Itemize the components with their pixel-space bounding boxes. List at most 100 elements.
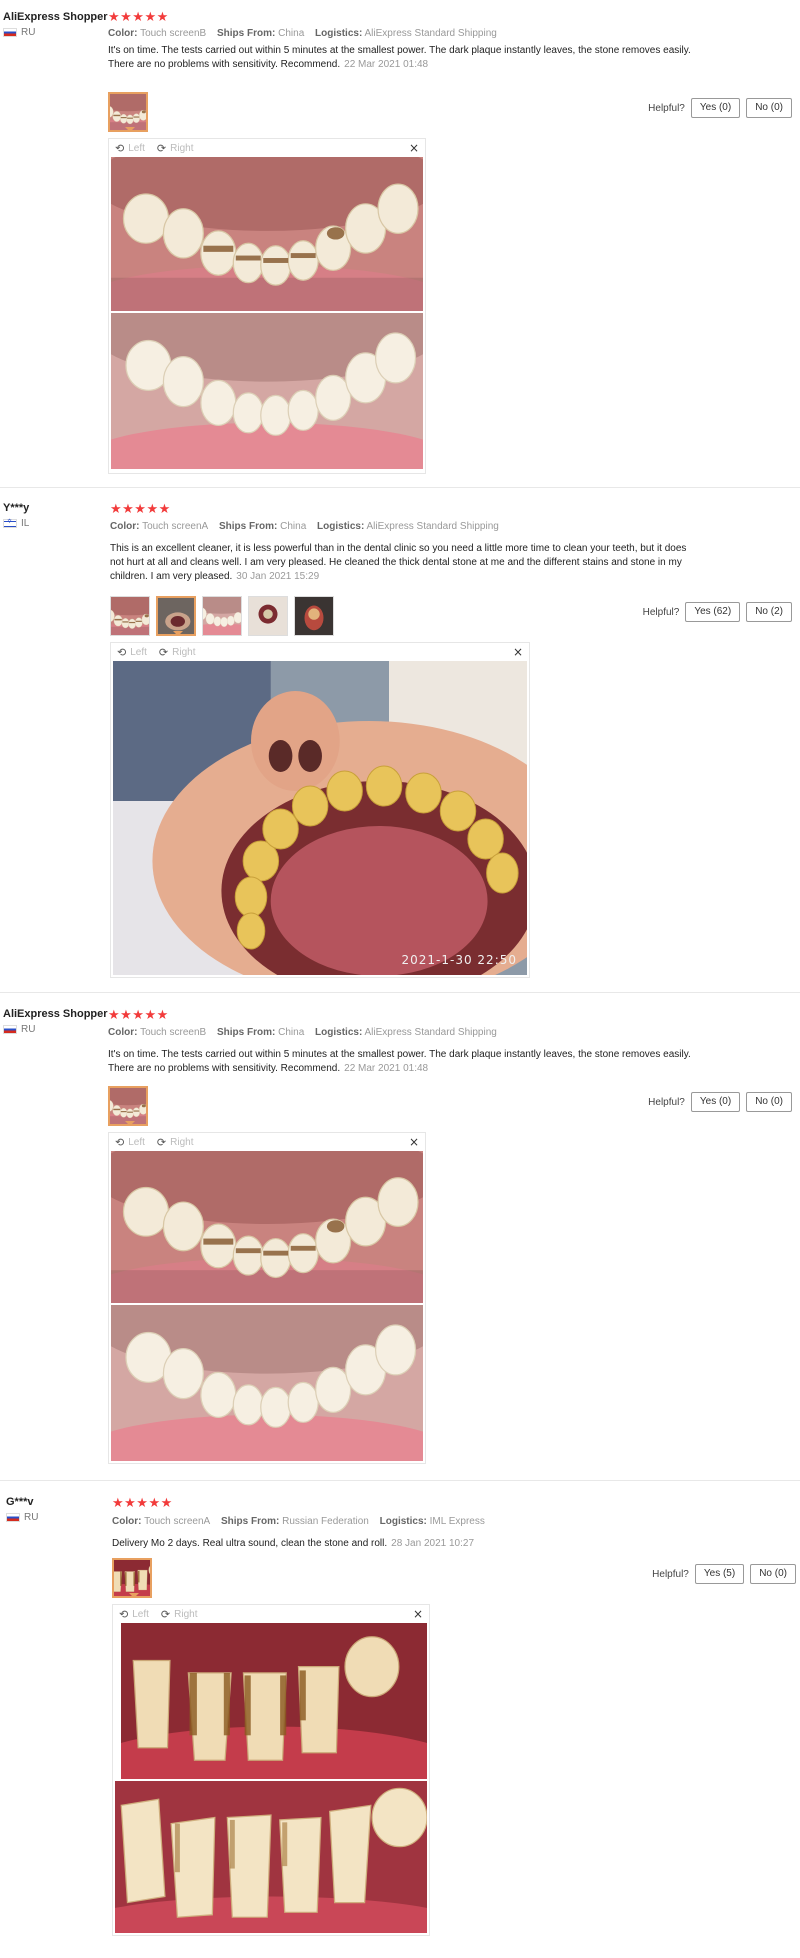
helpful-label: Helpful? (648, 102, 685, 114)
review-meta: Color: Touch screenA Ships From: Russian… (112, 1516, 485, 1527)
review-date: 28 Jan 2021 10:27 (391, 1538, 475, 1549)
photo-thumbnails (112, 1558, 152, 1598)
star-rating: ★★★★★ (108, 10, 169, 25)
rotate-left-icon[interactable]: ⟲ (115, 142, 124, 155)
close-icon[interactable]: × (413, 1607, 423, 1621)
country-code: IL (21, 518, 30, 529)
review-item: Y***y IL ★★★★★ Color: Touch screenA Ship… (0, 500, 800, 990)
photo-thumbnail[interactable] (112, 1558, 152, 1598)
reviewer-country: RU (3, 1024, 103, 1035)
rotate-left-label[interactable]: Left (128, 1137, 145, 1148)
rotate-right-label[interactable]: Right (170, 143, 193, 154)
review-text-block: It's on time. The tests carried out with… (108, 1048, 708, 1076)
photo-thumbnail[interactable] (110, 596, 150, 636)
ships-from-label: Ships From: (221, 1516, 280, 1527)
ships-from-label: Ships From: (217, 28, 276, 39)
ships-from-label: Ships From: (219, 521, 278, 532)
helpful-yes-button[interactable]: Yes (0) (690, 1092, 741, 1112)
review-text-block: It's on time. The tests carried out with… (108, 44, 708, 72)
rotate-left-icon[interactable]: ⟲ (119, 1608, 128, 1621)
photo-thumbnail[interactable] (108, 1086, 148, 1126)
logistics-value: AliExpress Standard Shipping (366, 521, 499, 532)
reviewer-country: IL (3, 518, 103, 529)
star-rating: ★★★★★ (108, 1008, 169, 1023)
israel-flag-icon (3, 518, 17, 528)
review-photo (111, 313, 423, 469)
review-text-block: This is an excellent cleaner, it is less… (110, 542, 700, 584)
helpful-no-button[interactable]: No (0) (746, 1092, 792, 1112)
review-divider (0, 992, 800, 993)
photo-viewer: ⟲ Left ⟳ Right × (108, 1132, 426, 1464)
helpful-votes: Helpful? Yes (5) No (0) (652, 1564, 796, 1584)
rotate-left-label[interactable]: Left (132, 1609, 149, 1620)
photo-viewer: ⟲ Left ⟳ Right × (110, 642, 530, 978)
color-label: Color: (110, 521, 140, 532)
color-value: Touch screenA (144, 1516, 211, 1527)
helpful-votes: Helpful? Yes (0) No (0) (648, 98, 792, 118)
review-photo (111, 1151, 423, 1303)
review-divider (0, 1480, 800, 1481)
helpful-no-button[interactable]: No (0) (746, 98, 792, 118)
ships-from-value: Russian Federation (282, 1516, 369, 1527)
rotate-left-icon[interactable]: ⟲ (117, 646, 126, 659)
helpful-label: Helpful? (652, 1568, 689, 1580)
rotate-left-label[interactable]: Left (130, 647, 147, 658)
rotate-right-icon[interactable]: ⟳ (157, 1136, 166, 1149)
review-text: Delivery Mo 2 days. Real ultra sound, cl… (112, 1538, 388, 1549)
helpful-yes-button[interactable]: Yes (5) (694, 1564, 745, 1584)
russia-flag-icon (6, 1513, 20, 1522)
photo-thumbnails (108, 92, 148, 132)
russia-flag-icon (3, 28, 17, 37)
helpful-no-button[interactable]: No (2) (746, 602, 792, 622)
review-item: AliExpress Shopper RU ★★★★★ Color: Touch… (0, 0, 800, 488)
close-icon[interactable]: × (409, 141, 419, 155)
review-text-block: Delivery Mo 2 days. Real ultra sound, cl… (112, 1537, 712, 1551)
rotate-left-label[interactable]: Left (128, 143, 145, 154)
review-date: 30 Jan 2021 15:29 (236, 571, 320, 582)
logistics-label: Logistics: (317, 521, 365, 532)
rotate-right-label[interactable]: Right (172, 647, 195, 658)
color-label: Color: (108, 1027, 138, 1038)
photo-thumbnail[interactable] (156, 596, 196, 636)
photo-thumbnail[interactable] (248, 596, 288, 636)
photo-thumbnail[interactable] (294, 596, 334, 636)
reviewer-name: Y***y (3, 502, 30, 514)
logistics-label: Logistics: (315, 1027, 363, 1038)
viewer-toolbar: ⟲ Left ⟳ Right × (111, 643, 529, 661)
review-text: This is an excellent cleaner, it is less… (110, 543, 687, 582)
helpful-yes-button[interactable]: Yes (62) (685, 602, 741, 622)
photo-thumbnail[interactable] (202, 596, 242, 636)
photo-thumbnail[interactable] (108, 92, 148, 132)
rotate-right-label[interactable]: Right (174, 1609, 197, 1620)
helpful-no-button[interactable]: No (0) (750, 1564, 796, 1584)
reviewer-name: G***v (6, 1496, 34, 1508)
rotate-right-icon[interactable]: ⟳ (159, 646, 168, 659)
photo-thumbnails (110, 596, 334, 636)
photo-thumbnails (108, 1086, 148, 1126)
rotate-right-icon[interactable]: ⟳ (157, 142, 166, 155)
review-date: 22 Mar 2021 01:48 (344, 1063, 429, 1074)
rotate-right-icon[interactable]: ⟳ (161, 1608, 170, 1621)
color-value: Touch screenB (140, 1027, 207, 1038)
reviewer-info: AliExpress Shopper RU (3, 11, 108, 38)
rotate-right-label[interactable]: Right (170, 1137, 193, 1148)
helpful-yes-button[interactable]: Yes (0) (690, 98, 741, 118)
logistics-value: IML Express (429, 1516, 485, 1527)
color-label: Color: (112, 1516, 142, 1527)
close-icon[interactable]: × (513, 645, 523, 659)
review-divider (0, 487, 800, 488)
review-meta: Color: Touch screenA Ships From: China L… (110, 521, 499, 532)
country-code: RU (21, 1024, 36, 1035)
star-rating: ★★★★★ (110, 502, 171, 517)
close-icon[interactable]: × (409, 1135, 419, 1149)
review-item: G***v RU ★★★★★ Color: Touch screenA Ship… (0, 1494, 800, 1956)
logistics-label: Logistics: (315, 28, 363, 39)
rotate-left-icon[interactable]: ⟲ (115, 1136, 124, 1149)
helpful-label: Helpful? (642, 606, 680, 618)
review-photo (121, 1623, 427, 1779)
viewer-toolbar: ⟲ Left ⟳ Right × (109, 1133, 425, 1151)
ships-from-label: Ships From: (217, 1027, 276, 1038)
reviewer-country: RU (3, 27, 103, 38)
review-photo (111, 1305, 423, 1461)
color-value: Touch screenB (140, 28, 207, 39)
